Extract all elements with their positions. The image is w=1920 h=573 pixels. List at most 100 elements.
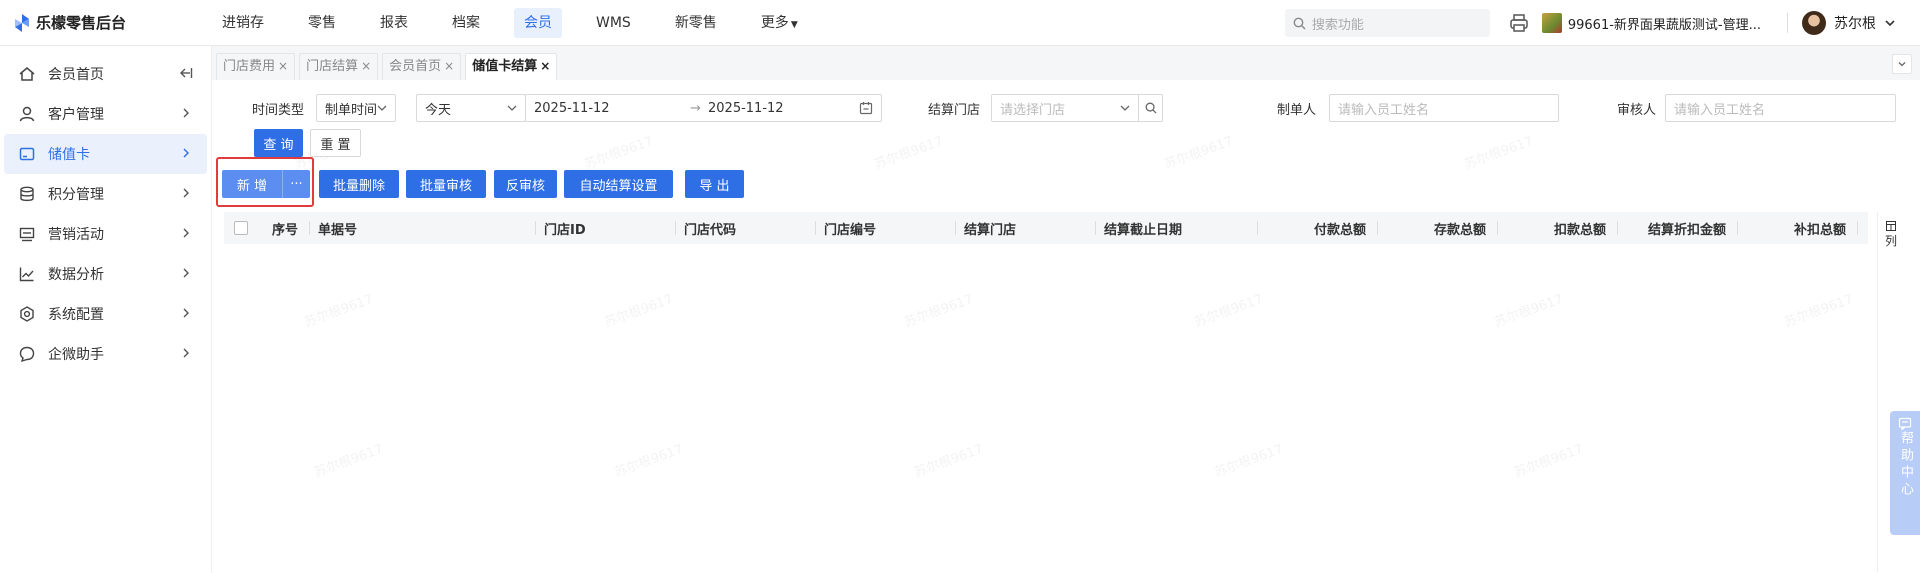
function-search[interactable]: 搜索功能 — [1284, 9, 1490, 37]
watermark: 苏尔根9617 — [302, 292, 376, 331]
nav-item-members[interactable]: 会员 — [514, 7, 562, 38]
store-search-button[interactable] — [1138, 95, 1162, 121]
settle-store-label: 结算门店 — [928, 103, 981, 118]
column-header[interactable]: 付款总额 — [1258, 212, 1378, 244]
batch-delete-button[interactable]: 批量删除 — [319, 170, 399, 198]
column-header[interactable]: 结算门店 — [956, 212, 1096, 244]
search-icon — [1293, 17, 1306, 29]
printer-icon[interactable] — [1508, 12, 1530, 34]
nav-item-inventory[interactable]: 进销存 — [212, 8, 274, 38]
avatar — [1802, 11, 1826, 35]
top-right: 搜索功能 99661-新界面果蔬版测试-管理... 苏尔根 — [1284, 0, 1920, 46]
date-range-separator: → — [690, 100, 701, 116]
columns-icon — [1886, 221, 1896, 231]
nav-item-reports[interactable]: 报表 — [370, 8, 418, 38]
help-center-button[interactable]: 帮助中心 — [1890, 411, 1920, 535]
settle-store-select[interactable]: 请选择门店 — [991, 94, 1163, 122]
nav-item-archives[interactable]: 档案 — [442, 8, 490, 38]
watermark: 苏尔根9617 — [602, 292, 676, 331]
add-button[interactable]: 新 增 — [222, 170, 282, 198]
query-button[interactable]: 查 询 — [254, 129, 303, 157]
select-all-checkbox[interactable] — [234, 221, 248, 235]
sidebar-item-campaigns[interactable]: 营销活动 — [4, 214, 207, 254]
chevron-right-icon — [183, 348, 189, 358]
column-header[interactable]: 结算截止日期 — [1096, 212, 1258, 244]
column-header-label: 结算折扣金额 — [1647, 222, 1726, 238]
sidebar-item-member-home[interactable]: 会员首页 — [4, 54, 207, 94]
user-icon — [18, 105, 36, 123]
tab-member-home[interactable]: 会员首页 × — [382, 53, 462, 80]
user-menu[interactable]: 苏尔根 — [1802, 11, 1896, 35]
sidebar-item-label: 系统配置 — [48, 307, 104, 323]
column-header[interactable]: 序号 — [264, 212, 310, 244]
batch-audit-button[interactable]: 批量审核 — [406, 170, 486, 198]
close-icon[interactable]: × — [444, 59, 454, 73]
sidebar-item-wecom-assistant[interactable]: 企微助手 — [4, 334, 207, 374]
auditor-label: 审核人 — [1617, 103, 1657, 118]
sidebar-item-label: 积分管理 — [48, 187, 104, 203]
close-icon[interactable]: × — [540, 59, 550, 73]
column-header-label: 存款总额 — [1433, 222, 1486, 238]
column-header[interactable]: 门店ID — [536, 212, 676, 244]
sidebar-item-label: 数据分析 — [48, 267, 104, 283]
chevron-right-icon — [183, 308, 189, 318]
maker-input[interactable]: 请输入员工姓名 — [1329, 94, 1559, 122]
column-header-label: 结算门店 — [964, 222, 1017, 238]
column-settings-button[interactable]: 列 — [1880, 220, 1902, 248]
sidebar-item-system-config[interactable]: 系统配置 — [4, 294, 207, 334]
chevron-down-icon — [1885, 20, 1895, 27]
sidebar-item-stored-value-card[interactable]: 储值卡 — [4, 134, 207, 174]
column-header[interactable]: 结算折扣金额 — [1618, 212, 1738, 244]
column-header-label: 门店ID — [544, 222, 586, 238]
column-header-label: 门店编号 — [824, 222, 877, 238]
tab-store-settlement[interactable]: 门店结算 × — [299, 53, 379, 80]
tab-stored-value-settlement[interactable]: 储值卡结算 × — [465, 53, 558, 80]
auto-settle-settings-button[interactable]: 自动结算设置 — [564, 170, 673, 198]
app-logo[interactable]: 乐檬零售后台 — [0, 12, 212, 33]
watermark: 苏尔根9617 — [1212, 442, 1286, 481]
tabs-dropdown-button[interactable] — [1892, 54, 1912, 74]
tab-label: 会员首页 — [389, 59, 442, 74]
nav-item-wms[interactable]: WMS — [586, 8, 641, 38]
period-select[interactable]: 今天 — [416, 94, 526, 122]
column-header[interactable]: 门店编号 — [816, 212, 956, 244]
date-end: 2025-11-12 — [708, 100, 784, 116]
sidebar-item-customers[interactable]: 客户管理 — [4, 94, 207, 134]
close-icon[interactable]: × — [361, 59, 371, 73]
reset-button[interactable]: 重 置 — [310, 129, 361, 157]
nav-item-retail[interactable]: 零售 — [298, 8, 346, 38]
column-header[interactable]: 存款总额 — [1378, 212, 1498, 244]
unaudit-button[interactable]: 反审核 — [494, 170, 557, 198]
column-header-label: 门店代码 — [684, 222, 737, 238]
add-more-button[interactable]: ··· — [282, 170, 310, 198]
nav-item-more[interactable]: 更多 ▼ — [751, 8, 808, 38]
column-header[interactable]: 补扣总额 — [1738, 212, 1858, 244]
help-center-label: 帮助中心 — [1898, 431, 1913, 499]
chevron-right-icon — [183, 188, 189, 198]
chevron-down-icon — [377, 105, 387, 111]
watermark: 苏尔根9617 — [1492, 292, 1566, 331]
auditor-input[interactable]: 请输入员工姓名 — [1665, 94, 1896, 122]
store-name: 99661-新界面果蔬版测试-管理... — [1567, 17, 1761, 33]
nav-item-new-retail[interactable]: 新零售 — [665, 8, 727, 38]
column-settings-label: 列 — [1884, 234, 1897, 248]
column-header-label: 补扣总额 — [1793, 222, 1846, 238]
store-selector[interactable]: 99661-新界面果蔬版测试-管理... — [1541, 13, 1761, 33]
column-header[interactable]: 单据号 — [310, 212, 536, 244]
help-chat-icon — [1898, 417, 1912, 431]
tab-store-expenses[interactable]: 门店费用 × — [216, 53, 296, 80]
close-icon[interactable]: × — [278, 59, 288, 73]
divider — [1787, 13, 1788, 33]
column-header[interactable]: 扣款总额 — [1498, 212, 1618, 244]
add-button-group: 新 增 ··· — [222, 170, 310, 198]
column-header[interactable]: 门店代码 — [676, 212, 816, 244]
date-range-picker[interactable]: 2025-11-12 → 2025-11-12 — [525, 94, 882, 122]
sidebar-item-points[interactable]: 积分管理 — [4, 174, 207, 214]
time-type-select[interactable]: 制单时间 — [316, 94, 396, 122]
search-icon — [1145, 102, 1157, 114]
sidebar-item-label: 储值卡 — [48, 147, 90, 163]
sidebar-item-analytics[interactable]: 数据分析 — [4, 254, 207, 294]
watermark: 苏尔根9617 — [1462, 134, 1536, 173]
collapse-sidebar-icon[interactable] — [179, 66, 193, 80]
export-button[interactable]: 导 出 — [685, 170, 744, 198]
